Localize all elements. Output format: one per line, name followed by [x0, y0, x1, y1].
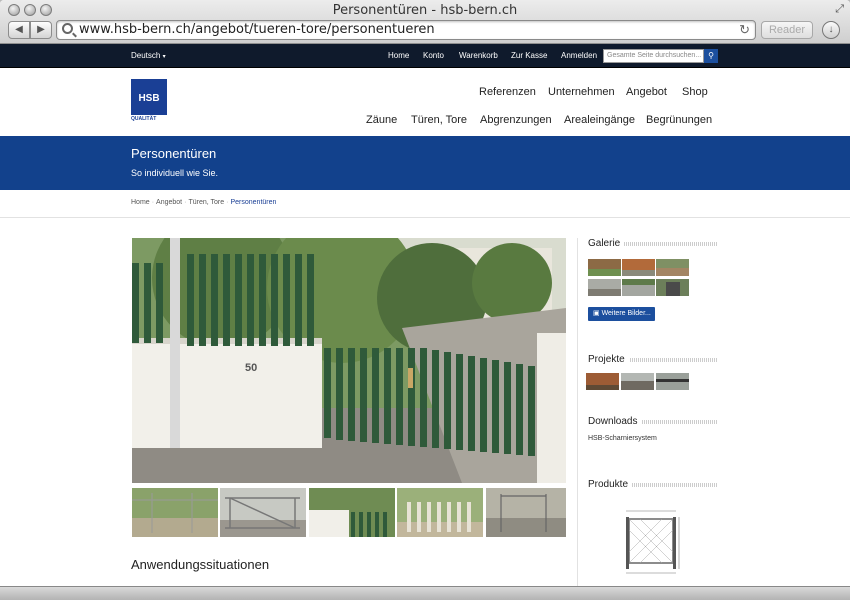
more-images-label: Weitere Bilder...	[601, 310, 651, 317]
back-button[interactable]: ◀	[8, 21, 30, 39]
project-thumb-3[interactable]	[656, 373, 689, 390]
site-search-input[interactable]: Gesamte Seite durchsuchen...	[603, 49, 704, 63]
thumbnail-1[interactable]	[132, 488, 218, 537]
breadcrumb-home[interactable]: Home	[131, 199, 150, 206]
gallery-thumb-5[interactable]	[622, 279, 655, 296]
nav-arealeingaenge[interactable]: Arealeingänge	[564, 114, 635, 126]
logo-tagline: QUALITÄT	[131, 116, 157, 122]
language-selector[interactable]: Deutsch ▾	[131, 51, 166, 60]
nav-angebot[interactable]: Angebot	[626, 86, 667, 98]
gallery-thumb-3[interactable]	[656, 259, 689, 276]
breadcrumb-tueren-tore[interactable]: Türen, Tore	[188, 199, 224, 206]
gallery-thumb-2[interactable]	[622, 259, 655, 276]
galerie-heading: Galerie	[588, 238, 625, 249]
product-drawing[interactable]	[623, 505, 683, 582]
nav-abgrenzungen[interactable]: Abgrenzungen	[480, 114, 552, 126]
section-heading: Anwendungssituationen	[131, 557, 270, 572]
house-number: 50	[245, 362, 258, 374]
nav-shop[interactable]: Shop	[682, 86, 708, 98]
toplink-anmelden[interactable]: Anmelden	[561, 51, 597, 60]
project-thumb-2[interactable]	[621, 373, 654, 390]
nav-zaeune[interactable]: Zäune	[366, 114, 397, 126]
hsb-logo[interactable]: HSB QUALITÄT	[131, 79, 167, 122]
nav-unternehmen[interactable]: Unternehmen	[548, 86, 615, 98]
window-title: Personentüren - hsb-bern.ch	[332, 3, 518, 18]
thumbnail-2[interactable]	[220, 488, 306, 537]
nav-begruenungen[interactable]: Begrünungen	[646, 114, 712, 126]
projekte-heading: Projekte	[588, 354, 629, 365]
search-icon	[62, 23, 73, 34]
project-thumb-1[interactable]	[586, 373, 619, 390]
browser-status-bar	[0, 586, 850, 600]
produkte-heading: Produkte	[588, 479, 633, 490]
forward-button[interactable]: ▶	[30, 21, 52, 39]
search-button[interactable]: ⚲	[704, 49, 718, 63]
thumbnail-3[interactable]	[309, 488, 395, 537]
toplink-home[interactable]: Home	[388, 51, 409, 60]
thumbnail-4[interactable]	[397, 488, 483, 537]
gallery-thumb-6[interactable]	[656, 279, 689, 296]
image-icon: ▣	[593, 310, 602, 317]
download-icon[interactable]: ↓	[822, 21, 840, 39]
main-product-image[interactable]: 50	[132, 238, 566, 483]
language-label: Deutsch	[131, 51, 161, 60]
toplink-zur-kasse[interactable]: Zur Kasse	[511, 51, 547, 60]
download-link[interactable]: HSB-Scharniersystem	[588, 435, 657, 442]
more-images-button[interactable]: ▣ Weitere Bilder...	[588, 307, 655, 321]
header-divider	[0, 217, 850, 218]
sidebar-divider	[577, 238, 578, 588]
fullscreen-icon[interactable]: ⤢	[835, 3, 844, 16]
browser-window: Personentüren - hsb-bern.ch ⤢ ◀ ▶ www.hs…	[0, 0, 850, 600]
breadcrumb-current: Personentüren	[230, 199, 277, 206]
url-text[interactable]: www.hsb-bern.ch/angebot/tueren-tore/pers…	[79, 22, 435, 37]
breadcrumb: Home · Angebot · Türen, Tore · Personentüren	[131, 199, 277, 206]
nav-referenzen[interactable]: Referenzen	[479, 86, 536, 98]
page-hero-band: Personentüren So individuell wie Sie.	[0, 136, 850, 190]
gallery-thumb-1[interactable]	[588, 259, 621, 276]
address-bar[interactable]: www.hsb-bern.ch/angebot/tueren-tore/pers…	[56, 20, 756, 40]
logo-mark: HSB	[131, 79, 167, 115]
toplink-konto[interactable]: Konto	[423, 51, 444, 60]
page-tagline: So individuell wie Sie.	[131, 168, 219, 178]
breadcrumb-angebot[interactable]: Angebot	[156, 199, 182, 206]
search-icon: ⚲	[708, 51, 714, 60]
toplink-warenkorb[interactable]: Warenkorb	[459, 51, 498, 60]
nav-tueren-tore[interactable]: Türen, Tore	[411, 114, 467, 126]
gallery-thumb-4[interactable]	[588, 279, 621, 296]
gate-photo	[132, 238, 566, 483]
reload-icon[interactable]: ↻	[739, 22, 750, 38]
caret-down-icon: ▾	[162, 54, 166, 60]
reader-button[interactable]: Reader	[761, 21, 813, 39]
title-bar: Personentüren - hsb-bern.ch ⤢ ◀ ▶ www.hs…	[0, 0, 850, 44]
thumbnail-5[interactable]	[486, 488, 566, 537]
downloads-heading: Downloads	[588, 416, 642, 427]
page-title: Personentüren	[131, 146, 217, 161]
